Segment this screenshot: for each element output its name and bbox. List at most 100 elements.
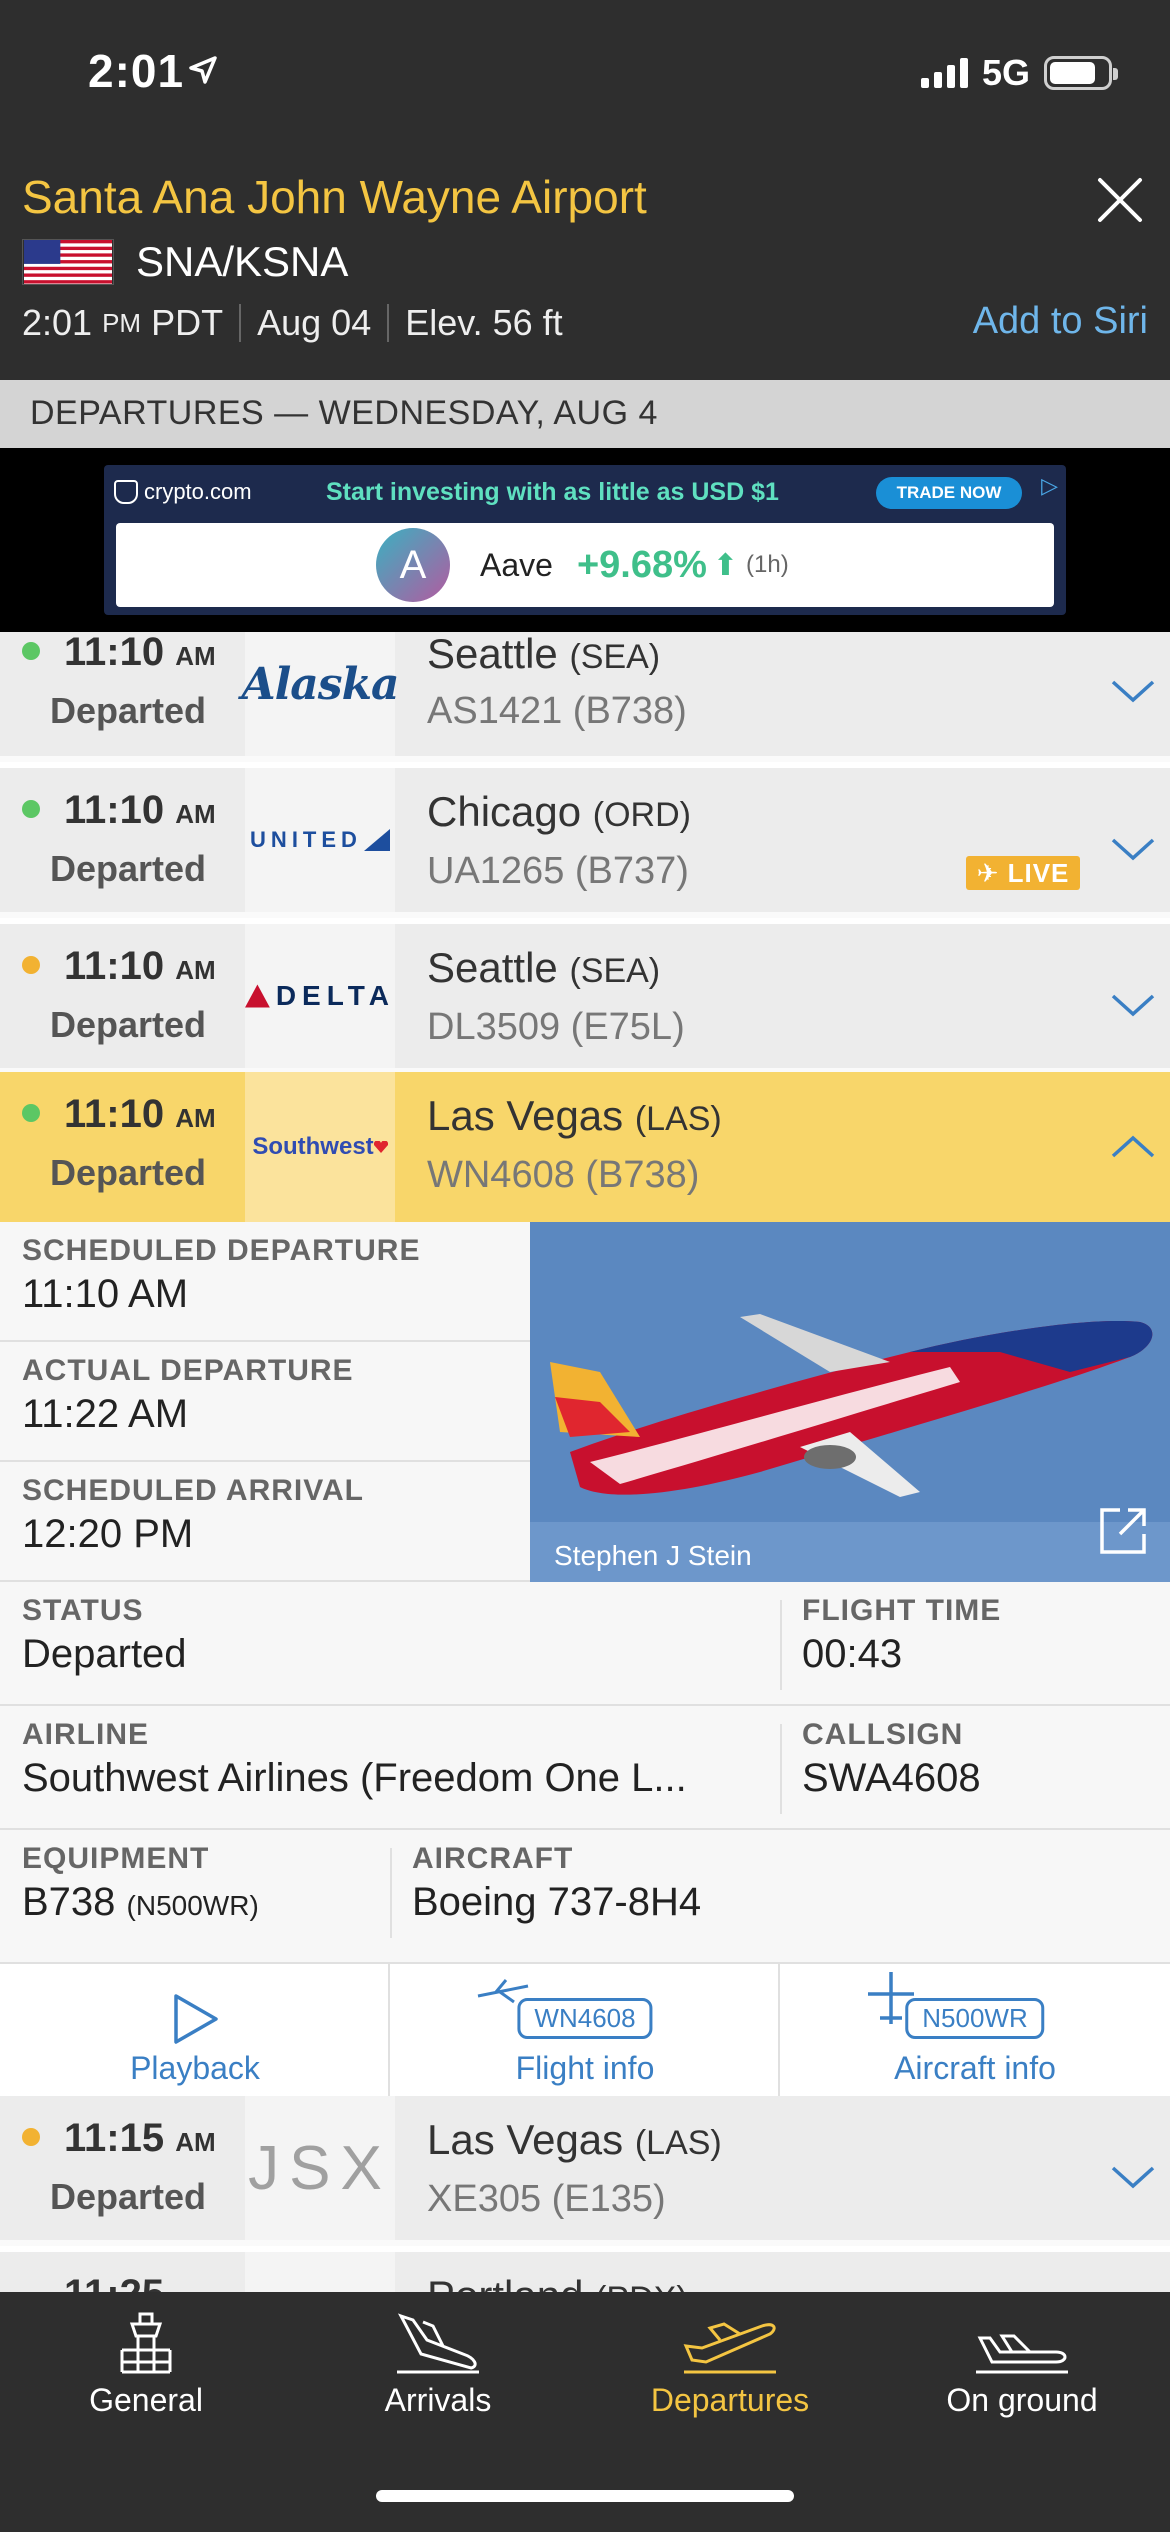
flight-info-label: Flight info	[515, 2050, 655, 2086]
destination: Chicago	[427, 788, 582, 835]
dep-ampm: AM	[175, 799, 216, 829]
aircraft-info-label: Aircraft info	[894, 2050, 1056, 2086]
photo-credit: Stephen J Stein	[554, 1540, 752, 1571]
arriving-plane-icon	[397, 2313, 479, 2374]
close-icon[interactable]	[1092, 172, 1148, 228]
trade-now-button[interactable]: TRADE NOW	[876, 477, 1022, 509]
departing-plane-icon	[683, 2322, 776, 2374]
flight-status: Departed	[50, 1152, 207, 1193]
scheduled-arrival-label: SCHEDULED ARRIVAL	[22, 1474, 365, 1507]
tab-arrivals[interactable]: Arrivals	[292, 2292, 584, 2422]
flight-status: Departed	[50, 1004, 207, 1045]
flight-number-pill: WN4608	[517, 1998, 653, 2039]
scheduled-departure-label: SCHEDULED DEPARTURE	[22, 1234, 421, 1267]
dep-time: 11:10	[64, 632, 165, 674]
chevron-down-icon[interactable]	[1110, 676, 1156, 706]
airline-value: Southwest Airlines (Freedom One L...	[22, 1756, 687, 1800]
aircraft-field: AIRCRAFT Boeing 737-8H4	[412, 1842, 701, 1925]
flight-number: AS1421 (B738)	[427, 690, 687, 732]
chevron-down-icon[interactable]	[1110, 990, 1156, 1020]
action-bar: Playback WN4608 Flight info N500WR Aircr…	[0, 1962, 1170, 2102]
registration-pill: N500WR	[905, 1998, 1045, 2039]
external-link-icon[interactable]	[1096, 1504, 1150, 1558]
add-to-siri-link[interactable]: Add to Siri	[973, 300, 1148, 343]
dep-ampm: AM	[175, 955, 216, 985]
airport-codes: SNA/KSNA	[136, 238, 349, 285]
live-badge[interactable]: ✈ LIVE	[966, 856, 1080, 890]
clock: 2:01	[88, 45, 185, 97]
status-field: STATUS Departed	[22, 1594, 187, 1677]
scheduled-departure-value: 11:10 AM	[22, 1272, 189, 1316]
united-logo: UNITED	[245, 768, 395, 912]
aircraft-value: Boeing 737-8H4	[412, 1880, 702, 1924]
airport-name: Santa Ana John Wayne Airport	[22, 171, 647, 223]
dep-ampm: AM	[175, 2127, 216, 2157]
status-dot	[22, 956, 40, 974]
dep-time: 11:10	[64, 788, 165, 832]
home-indicator[interactable]	[376, 2490, 794, 2502]
equipment-value: B738	[22, 1880, 116, 1924]
coin-name: Aave	[480, 546, 553, 583]
tower-icon	[120, 2312, 172, 2374]
callsign-value: SWA4608	[802, 1756, 981, 1800]
destination: Las Vegas	[427, 2116, 624, 2163]
scheduled-arrival: SCHEDULED ARRIVAL 12:20 PM	[0, 1462, 530, 1582]
chevron-up-icon[interactable]	[1110, 1132, 1156, 1162]
tab-departures-label: Departures	[650, 2382, 810, 2418]
delta-logo: DELTA	[245, 924, 395, 1068]
adchoices-icon[interactable]: ▷	[1041, 473, 1058, 499]
status-dot	[22, 2128, 40, 2146]
flight-status: Departed	[50, 2176, 207, 2217]
coin-change: +9.68%	[576, 543, 707, 586]
flight-row[interactable]: 11:10 AM Departed Alaska Seattle (SEA) A…	[0, 632, 1170, 762]
tab-on-ground[interactable]: On ground	[876, 2292, 1168, 2422]
ad-headline: Start investing with as little as USD $1	[326, 477, 779, 506]
ad-coin-card: A Aave +9.68% ⬆ (1h)	[116, 523, 1054, 607]
play-icon	[174, 1994, 218, 2044]
battery-icon	[1044, 56, 1118, 90]
airline-label: AIRLINE	[22, 1718, 149, 1751]
aircraft-image	[530, 1222, 1170, 1582]
playback-button[interactable]: Playback	[0, 1964, 390, 2099]
flight-row-selected[interactable]: 11:10 AM Departed Southwest Las Vegas (L…	[0, 1072, 1170, 1222]
shield-icon	[114, 480, 138, 504]
tab-on-ground-label: On ground	[946, 2382, 1098, 2418]
flight-number: XE305 (E135)	[427, 2178, 666, 2220]
tab-general[interactable]: General	[0, 2292, 292, 2422]
actual-departure-value: 11:22 AM	[22, 1392, 189, 1436]
airport-header: Santa Ana John Wayne Airport SNA/KSNA 2:…	[0, 150, 1170, 380]
destination-iata: (ORD)	[592, 796, 691, 834]
playback-label: Playback	[130, 2050, 260, 2086]
ad-banner-area: crypto.com Start investing with as littl…	[0, 448, 1170, 632]
dep-time: 11:10	[64, 944, 165, 988]
timezone: PDT	[151, 302, 224, 343]
scheduled-departure: SCHEDULED DEPARTURE 11:10 AM	[0, 1222, 530, 1342]
aircraft-info-button[interactable]: N500WR Aircraft info	[780, 1964, 1170, 2099]
section-title: DEPARTURES — WEDNESDAY, AUG 4	[0, 380, 1170, 448]
actual-departure: ACTUAL DEPARTURE 11:22 AM	[0, 1342, 530, 1462]
status-value: Departed	[22, 1632, 187, 1676]
flight-row[interactable]: 11:25 Portland (PDX)	[0, 2252, 1170, 2292]
local-time: 2:01	[22, 302, 93, 343]
chevron-down-icon[interactable]	[1110, 834, 1156, 864]
flight-time-field: FLIGHT TIME 00:43	[802, 1594, 1001, 1677]
flight-number: WN4608 (B738)	[427, 1154, 700, 1196]
crypto-logo: crypto.com	[114, 479, 314, 505]
tab-arrivals-label: Arrivals	[384, 2382, 492, 2418]
flight-row[interactable]: 11:10 AM Departed UNITED Chicago (ORD) U…	[0, 768, 1170, 918]
dep-ampm: AM	[175, 1103, 216, 1133]
dep-ampm: AM	[175, 641, 216, 671]
flight-row[interactable]: 11:15 AM Departed JSX Las Vegas (LAS) XE…	[0, 2096, 1170, 2246]
aave-logo: A	[376, 528, 450, 602]
destination: Seattle	[427, 944, 558, 991]
tab-departures[interactable]: Departures	[584, 2292, 876, 2422]
dep-time: 11:15	[64, 2116, 165, 2160]
up-arrow-icon: ⬆	[712, 548, 739, 582]
destination-iata: (LAS)	[634, 1100, 722, 1138]
ad-banner[interactable]: crypto.com Start investing with as littl…	[104, 465, 1066, 615]
aircraft-photo[interactable]: Stephen J Stein	[530, 1222, 1170, 1582]
chevron-down-icon[interactable]	[1110, 2162, 1156, 2192]
flight-info-button[interactable]: WN4608 Flight info	[390, 1964, 780, 2099]
flight-row[interactable]: 11:10 AM Departed DELTA Seattle (SEA) DL…	[0, 924, 1170, 1074]
flight-number: UA1265 (B737)	[427, 850, 689, 892]
